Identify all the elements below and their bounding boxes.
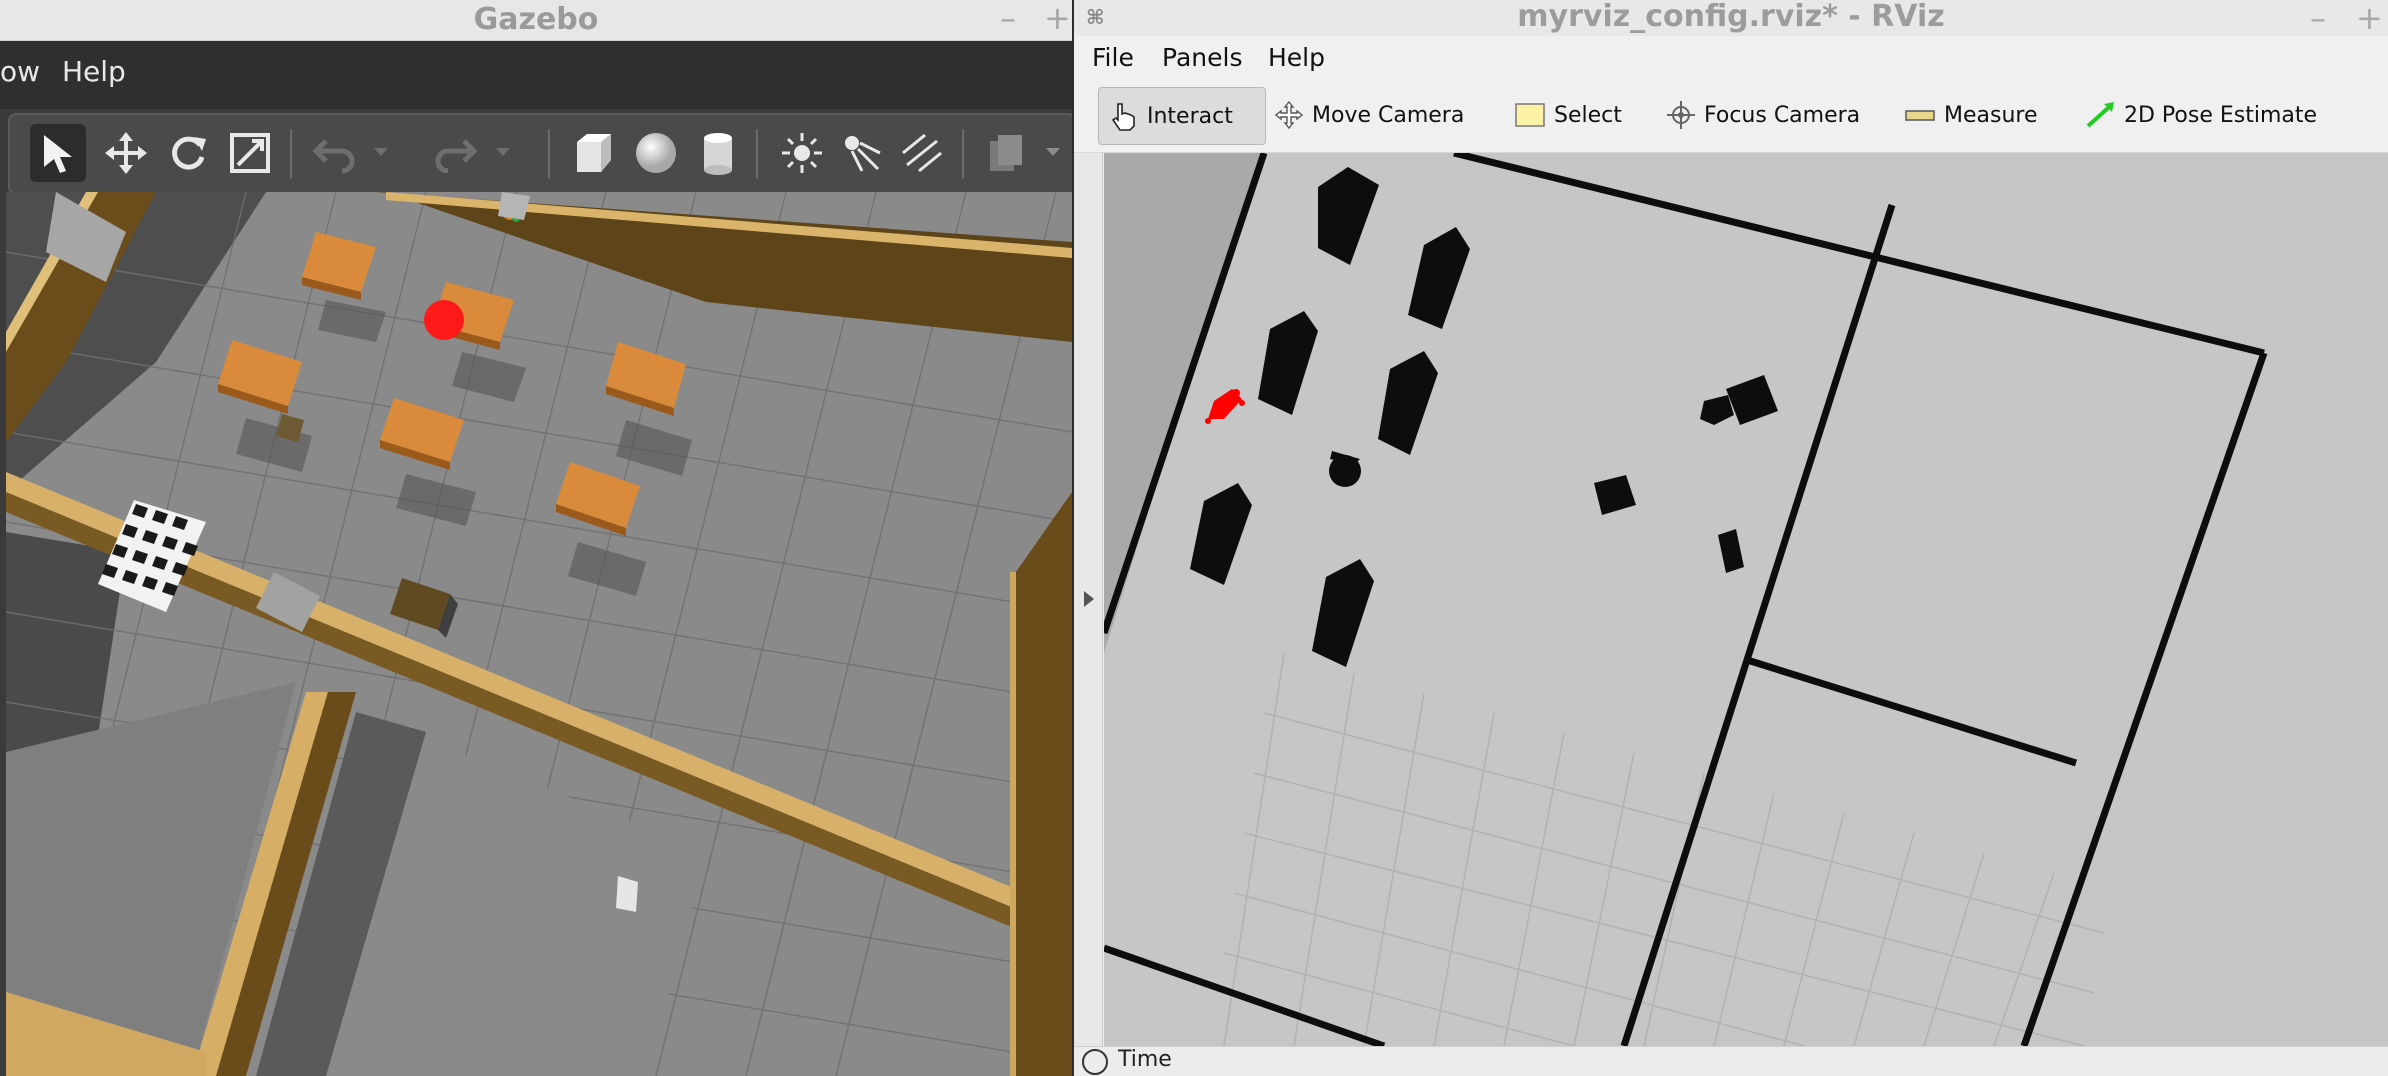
gazebo-3d-viewport[interactable] — [5, 191, 1072, 1076]
menu-panels[interactable]: Panels — [1162, 43, 1242, 72]
menu-help[interactable]: Help — [1268, 43, 1325, 72]
select-label: Select — [1554, 102, 1622, 128]
menu-window-partial[interactable]: ow — [0, 55, 40, 88]
robot-model — [424, 300, 464, 340]
rviz-tool-bar: Interact Move Camera Select Focus Camera… — [1074, 80, 2388, 153]
interact-tool-button[interactable]: Interact — [1098, 87, 1266, 145]
interact-label: Interact — [1147, 103, 1233, 129]
time-panel-bar: Time — [1074, 1046, 2388, 1076]
measure-label: Measure — [1944, 102, 2038, 128]
gazebo-title-bar: Gazebo – + — [0, 0, 1072, 41]
cylinder-icon[interactable] — [690, 124, 746, 182]
gazebo-window: Gazebo – + ow Help — [0, 0, 1072, 1076]
sphere-icon[interactable] — [628, 124, 684, 182]
toolbar-separator — [756, 129, 758, 179]
select-arrow-icon[interactable] — [30, 124, 86, 182]
translate-icon[interactable] — [98, 124, 154, 182]
spot-light-icon[interactable] — [834, 124, 890, 182]
gazebo-title: Gazebo — [473, 2, 599, 37]
toolbar-separator — [290, 129, 292, 179]
menu-file[interactable]: File — [1092, 43, 1134, 72]
directional-light-icon[interactable] — [894, 124, 950, 182]
scale-icon[interactable] — [222, 124, 278, 182]
gazebo-minimize-button[interactable]: – — [1000, 0, 1016, 40]
rviz-3d-view[interactable] — [1104, 153, 2388, 1046]
gazebo-toolbar — [8, 113, 1072, 195]
rviz-title: myrviz_config.rviz* - RViz — [1517, 0, 1945, 34]
measure-tool-button[interactable]: Measure — [1904, 87, 2038, 143]
hand-pointer-icon — [1111, 103, 1135, 131]
rotate-icon[interactable] — [160, 124, 216, 182]
more-icon[interactable] — [1038, 124, 1068, 182]
gazebo-maximize-button[interactable]: + — [1044, 0, 1071, 40]
expand-arrow-icon[interactable] — [1082, 589, 1096, 609]
undo-dropdown-icon[interactable] — [366, 124, 396, 182]
rviz-menu-bar: File Panels Help — [1074, 37, 2388, 79]
clock-icon — [1082, 1049, 1108, 1075]
ruler-icon — [1905, 110, 1935, 121]
select-tool-button[interactable]: Select — [1514, 87, 1622, 143]
pose-estimate-tool-button[interactable]: 2D Pose Estimate — [2084, 87, 2317, 143]
undo-icon[interactable] — [306, 124, 362, 182]
rviz-app-icon: ⌘ — [1086, 5, 1105, 29]
move-camera-icon — [1274, 100, 1304, 130]
rviz-minimize-button[interactable]: – — [2310, 0, 2326, 40]
copy-icon[interactable] — [978, 124, 1034, 182]
focus-camera-icon — [1667, 101, 1695, 129]
select-box-icon — [1515, 103, 1545, 127]
focus-camera-tool-button[interactable]: Focus Camera — [1666, 87, 1860, 143]
rviz-maximize-button[interactable]: + — [2356, 0, 2383, 40]
redo-dropdown-icon[interactable] — [488, 124, 518, 182]
pose-estimate-label: 2D Pose Estimate — [2124, 102, 2318, 128]
point-light-icon[interactable] — [774, 124, 830, 182]
menu-help[interactable]: Help — [62, 55, 126, 88]
toolbar-separator — [962, 129, 964, 179]
move-camera-label: Move Camera — [1312, 102, 1465, 128]
focus-camera-label: Focus Camera — [1704, 102, 1861, 128]
box-icon[interactable] — [566, 124, 622, 182]
rviz-window: ⌘ myrviz_config.rviz* - RViz – + File Pa… — [1074, 0, 2388, 1076]
collapsed-side-panel[interactable] — [1074, 153, 1103, 1046]
gazebo-menu-bar: ow Help — [0, 41, 1072, 109]
move-camera-tool-button[interactable]: Move Camera — [1274, 87, 1464, 143]
redo-icon[interactable] — [428, 124, 484, 182]
toolbar-separator — [548, 129, 550, 179]
rviz-title-bar: ⌘ myrviz_config.rviz* - RViz – + — [1074, 0, 2388, 36]
time-panel-label: Time — [1118, 1047, 1172, 1072]
green-arrow-icon — [2086, 102, 2114, 128]
